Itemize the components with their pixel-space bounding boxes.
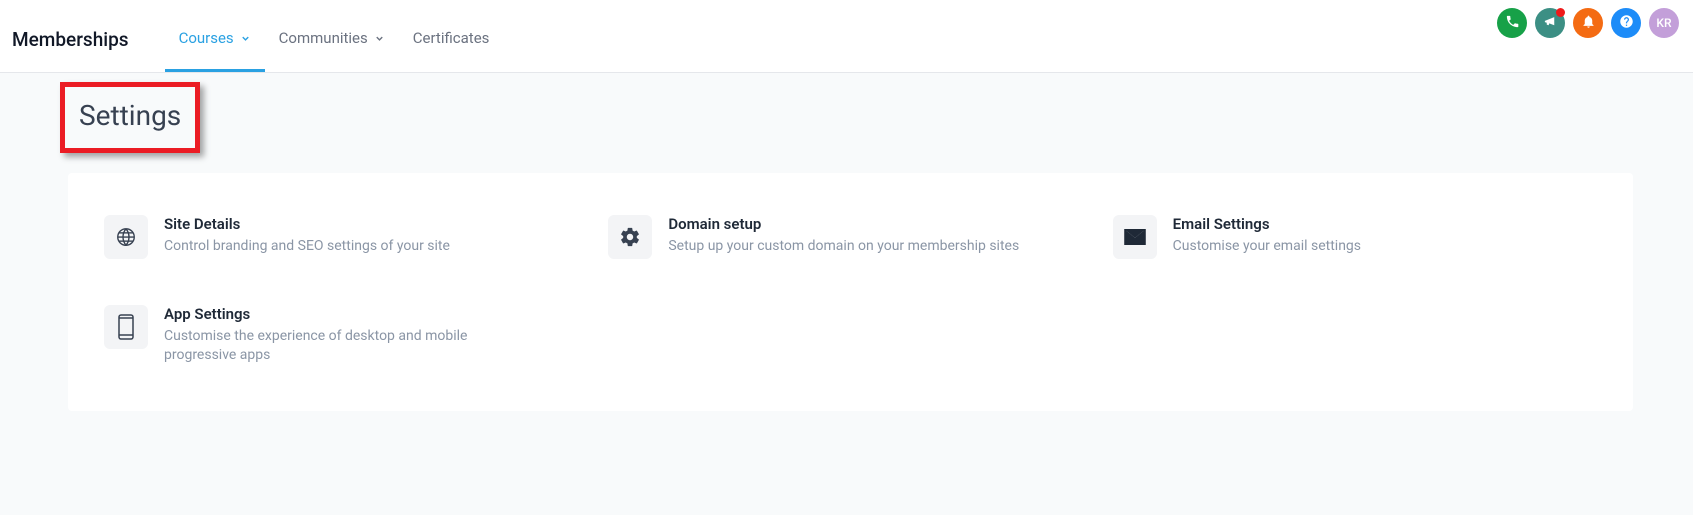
setting-domain-setup[interactable]: Domain setup Setup up your custom domain…	[608, 215, 1092, 259]
gear-icon	[608, 215, 652, 259]
tabs: Courses Communities Certificates	[165, 0, 504, 72]
top-nav: Memberships Courses Communities Certific…	[0, 0, 503, 72]
tab-label: Communities	[279, 29, 368, 47]
bell-icon	[1581, 14, 1596, 32]
avatar[interactable]: KR	[1649, 8, 1679, 38]
setting-email-settings[interactable]: Email Settings Customise your email sett…	[1113, 215, 1597, 259]
phone-button[interactable]	[1497, 8, 1527, 38]
settings-grid: Site Details Control branding and SEO se…	[104, 215, 1597, 365]
mobile-icon	[104, 305, 148, 349]
tab-label: Certificates	[413, 29, 490, 47]
title-highlight-box: Settings	[60, 82, 200, 153]
page-title: Settings	[79, 99, 181, 132]
setting-site-details[interactable]: Site Details Control branding and SEO se…	[104, 215, 588, 259]
setting-desc: Customise your email settings	[1173, 237, 1361, 256]
notification-button[interactable]	[1573, 8, 1603, 38]
content-area: Settings Site Details Control branding a…	[0, 73, 1693, 515]
setting-title: Domain setup	[668, 215, 1019, 233]
setting-app-settings[interactable]: App Settings Customise the experience of…	[104, 305, 588, 365]
notification-dot-icon	[1556, 8, 1565, 17]
tab-communities[interactable]: Communities	[265, 29, 399, 72]
setting-text: Domain setup Setup up your custom domain…	[668, 215, 1019, 259]
setting-text: Email Settings Customise your email sett…	[1173, 215, 1361, 259]
tab-certificates[interactable]: Certificates	[399, 29, 504, 72]
announcement-button[interactable]	[1535, 8, 1565, 38]
header-actions: KR	[1497, 0, 1693, 38]
settings-card: Site Details Control branding and SEO se…	[68, 173, 1633, 411]
tab-courses[interactable]: Courses	[165, 29, 265, 72]
globe-icon	[104, 215, 148, 259]
phone-icon	[1505, 14, 1520, 32]
setting-title: Site Details	[164, 215, 450, 233]
tab-label: Courses	[179, 29, 234, 47]
setting-text: Site Details Control branding and SEO se…	[164, 215, 450, 259]
section-label: Memberships	[12, 2, 141, 71]
mail-icon	[1113, 215, 1157, 259]
chevron-down-icon	[374, 33, 385, 44]
setting-desc: Setup up your custom domain on your memb…	[668, 237, 1019, 256]
setting-desc: Control branding and SEO settings of you…	[164, 237, 450, 256]
chevron-down-icon	[240, 33, 251, 44]
avatar-initials: KR	[1656, 16, 1671, 30]
setting-title: App Settings	[164, 305, 524, 323]
top-header: Memberships Courses Communities Certific…	[0, 0, 1693, 73]
setting-title: Email Settings	[1173, 215, 1361, 233]
setting-text: App Settings Customise the experience of…	[164, 305, 524, 365]
question-icon	[1619, 14, 1634, 32]
help-button[interactable]	[1611, 8, 1641, 38]
setting-desc: Customise the experience of desktop and …	[164, 327, 524, 365]
megaphone-icon	[1543, 14, 1558, 32]
